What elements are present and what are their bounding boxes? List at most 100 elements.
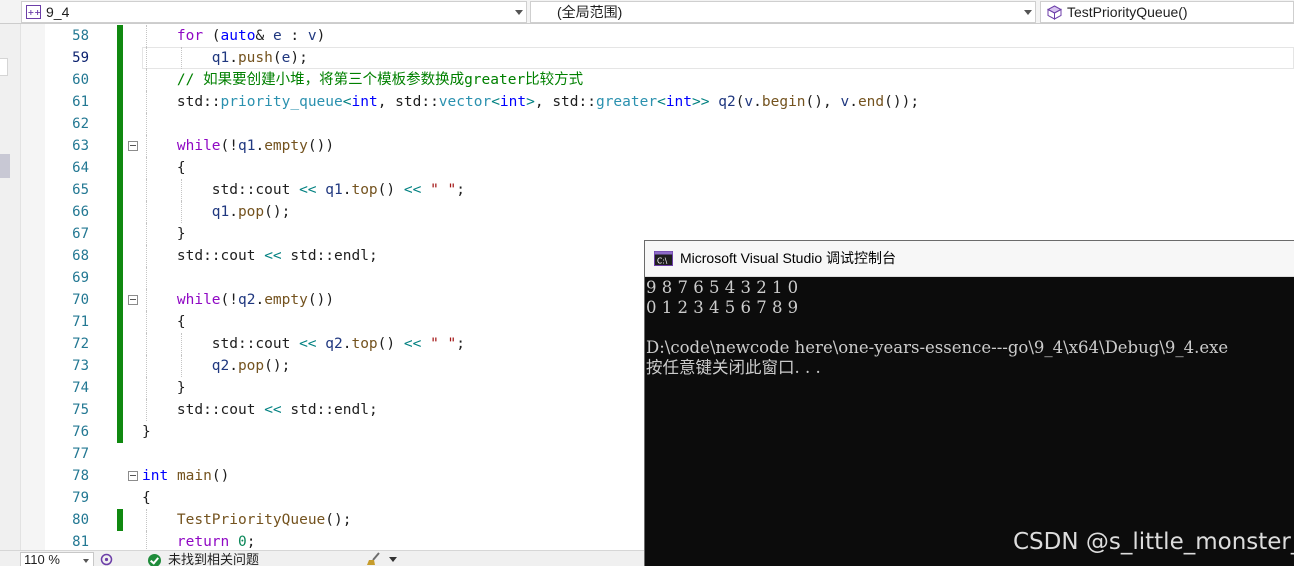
- code-token: <<: [264, 248, 282, 264]
- line-number: 71: [72, 314, 89, 330]
- line-number: 69: [72, 270, 89, 286]
- code-text: }: [177, 223, 186, 245]
- collapse-icon[interactable]: [128, 141, 138, 151]
- code-text: std::cout << std::endl;: [177, 399, 378, 421]
- code-token: vector: [438, 94, 492, 110]
- indent-guide: [146, 135, 147, 157]
- indent-guide: [146, 267, 147, 289]
- code-token: .: [229, 50, 238, 66]
- svg-text:C:\: C:\: [657, 257, 668, 266]
- navbar-left-spacer: [0, 0, 18, 24]
- indent-guide: [146, 47, 147, 69]
- code-token: 0: [238, 534, 247, 550]
- code-text: }: [177, 377, 186, 399]
- code-token: (!: [220, 138, 238, 154]
- code-text: q1.pop();: [212, 201, 291, 223]
- code-token: &: [255, 28, 273, 44]
- line-number: 59: [72, 50, 89, 66]
- code-token: q1: [211, 204, 230, 220]
- code-token: push: [237, 50, 273, 66]
- code-token: (): [377, 336, 404, 352]
- code-text: std::cout << std::endl;: [177, 245, 378, 267]
- code-token: {: [176, 314, 186, 330]
- console-output-line: 9 8 7 6 5 4 3 2 1 0: [646, 278, 799, 297]
- code-token: ();: [325, 512, 352, 528]
- code-token: .: [229, 358, 238, 374]
- scope-dropdown[interactable]: (全局范围): [530, 1, 1036, 23]
- code-cleanup-brush-icon[interactable]: [366, 552, 382, 566]
- code-token: .: [753, 94, 762, 110]
- code-token: v: [840, 94, 850, 110]
- chevron-down-icon[interactable]: [389, 557, 397, 562]
- code-line[interactable]: 62: [45, 113, 1294, 135]
- chevron-down-icon: [83, 559, 89, 563]
- code-text: int main(): [142, 465, 229, 487]
- code-token: }: [176, 226, 186, 242]
- code-token: std::cout: [176, 248, 265, 264]
- code-line[interactable]: 61 std::priority_queue<int, std::vector<i…: [45, 91, 1294, 113]
- code-token: }: [142, 424, 151, 440]
- copilot-icon[interactable]: [100, 553, 113, 566]
- debug-console-window[interactable]: C:\ Microsoft Visual Studio 调试控制台 9 8 7 …: [644, 240, 1294, 566]
- line-number: 72: [72, 336, 89, 352]
- indent-guide: [180, 179, 182, 201]
- code-token: :: [281, 28, 308, 44]
- line-number: 65: [72, 182, 89, 198]
- change-indicator-bar: [117, 157, 123, 179]
- code-token: e: [272, 28, 282, 44]
- indent-guide: [180, 333, 182, 355]
- function-dropdown[interactable]: TestPriorityQueue(): [1040, 1, 1294, 23]
- code-text: for (auto& e : v): [177, 25, 325, 47]
- code-token: int: [351, 94, 378, 110]
- no-issues-check-icon[interactable]: [148, 554, 161, 566]
- code-text: std::priority_queue<int, std::vector<int…: [177, 91, 919, 113]
- code-text: TestPriorityQueue();: [177, 509, 352, 531]
- issues-status-text[interactable]: 未找到相关问题: [168, 552, 259, 566]
- code-token: " ": [430, 336, 457, 352]
- code-token: TestPriorityQueue: [176, 512, 326, 528]
- console-app-icon: C:\: [654, 251, 673, 266]
- code-line[interactable]: 65 std::cout << q1.top() << " ";: [45, 179, 1294, 201]
- console-output-line: 按任意键关闭此窗口. . .: [646, 358, 821, 377]
- console-title-bar[interactable]: C:\ Microsoft Visual Studio 调试控制台: [645, 241, 1294, 277]
- change-indicator-bar: [117, 509, 123, 531]
- collapse-icon[interactable]: [128, 471, 138, 481]
- line-number: 77: [72, 446, 89, 462]
- line-number: 62: [72, 116, 89, 132]
- change-indicator-bar: [117, 355, 123, 377]
- change-indicator-bar: [117, 377, 123, 399]
- code-token: std::: [176, 94, 221, 110]
- project-dropdown[interactable]: ++ 9_4: [21, 1, 527, 23]
- indent-guide: [146, 333, 147, 355]
- code-text: // 如果要创建小堆，将第三个模板参数换成greater比较方式: [177, 69, 583, 91]
- code-text: {: [177, 311, 186, 333]
- code-line[interactable]: 66 q1.pop();: [45, 201, 1294, 223]
- collapse-icon[interactable]: [128, 295, 138, 305]
- code-token: pop: [237, 358, 265, 374]
- line-number: 73: [72, 358, 89, 374]
- code-token: (: [272, 50, 282, 66]
- code-line[interactable]: 60 // 如果要创建小堆，将第三个模板参数换成greater比较方式: [45, 69, 1294, 91]
- scope-label: (全局范围): [557, 4, 623, 20]
- code-token: ;: [246, 534, 256, 550]
- code-line[interactable]: 63 while(!q1.empty()): [45, 135, 1294, 157]
- code-token: " ": [430, 182, 457, 198]
- code-line[interactable]: 59 q1.push(e);: [45, 47, 1294, 69]
- code-line[interactable]: 58 for (auto& e : v): [45, 25, 1294, 47]
- indent-guide: [180, 201, 182, 223]
- change-indicator-bar: [117, 289, 123, 311]
- zoom-dropdown[interactable]: 110 %: [20, 552, 94, 566]
- code-token: <<: [403, 336, 422, 352]
- code-token: ;: [456, 182, 466, 198]
- change-indicator-bar: [117, 113, 123, 135]
- code-line[interactable]: 64 {: [45, 157, 1294, 179]
- project-name: 9_4: [46, 4, 70, 20]
- code-token: <<: [264, 402, 282, 418]
- line-number: 74: [72, 380, 89, 396]
- console-output-line: D:\code\newcode here\one-years-essence--…: [646, 338, 1229, 357]
- indent-guide: [146, 113, 147, 135]
